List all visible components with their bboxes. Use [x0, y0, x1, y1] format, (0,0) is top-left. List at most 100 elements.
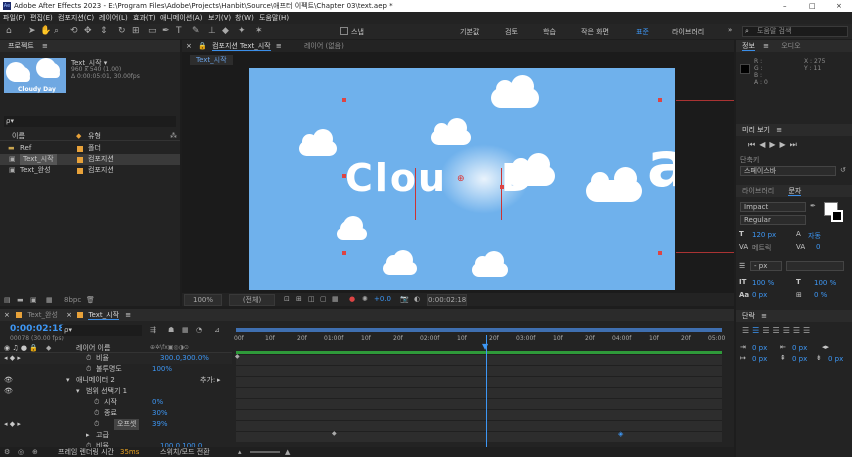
workspace-default[interactable]: 기본값: [460, 27, 479, 37]
frame-blending-icon[interactable]: ▦: [182, 326, 189, 334]
timeline-tab-done[interactable]: Text_완성: [27, 311, 58, 319]
project-row-ref[interactable]: ▬ Ref 폴더: [0, 143, 180, 154]
current-time-display[interactable]: 0:00:02:18: [427, 294, 467, 306]
layer-handle[interactable]: [500, 185, 504, 189]
stopwatch-icon[interactable]: ⏱: [94, 397, 99, 408]
grid-icon[interactable]: ⊞: [296, 293, 302, 306]
twirl-icon[interactable]: ▸: [86, 430, 90, 441]
space-before-value[interactable]: 0 px: [792, 355, 807, 363]
menu-effect[interactable]: 효과(T): [133, 12, 156, 24]
stopwatch-icon[interactable]: ⏱: [94, 408, 99, 419]
project-settings-icon[interactable]: ▦: [46, 294, 53, 306]
shortcut-select[interactable]: 스페이스바: [740, 166, 836, 176]
comp-viewer[interactable]: Clou D a ⊕: [249, 68, 675, 290]
motion-blur-icon[interactable]: ◔: [196, 326, 202, 334]
eyedropper-icon[interactable]: ✒: [810, 202, 816, 210]
last-frame-icon[interactable]: ⏭: [790, 140, 801, 149]
work-area-bar[interactable]: [236, 328, 722, 332]
zoom-slider[interactable]: [250, 451, 280, 453]
font-size-value[interactable]: 120 px: [752, 231, 776, 239]
bpc-label[interactable]: 8bpc: [64, 294, 81, 306]
indent-left-value[interactable]: 0 px: [752, 344, 767, 352]
align-right-icon[interactable]: ☰: [762, 326, 772, 335]
ltr-icon[interactable]: ◂▸: [822, 343, 829, 351]
property-value[interactable]: 0%: [152, 397, 163, 408]
workspace-review[interactable]: 검토: [505, 27, 518, 37]
align-center-icon[interactable]: ☰: [752, 326, 762, 335]
menu-help[interactable]: 도움말(H): [259, 12, 289, 24]
transfer-controls-icon[interactable]: ◎: [18, 447, 24, 457]
panel-menu-icon[interactable]: ≡: [125, 311, 131, 319]
keyframe-marker[interactable]: ◆: [332, 430, 337, 437]
graph-editor-icon[interactable]: ⊿: [214, 326, 220, 334]
indent-right-value[interactable]: 0 px: [792, 344, 807, 352]
audio-tab[interactable]: 오디오: [781, 42, 800, 50]
project-row-text-start[interactable]: ▣ Text_시작 컴포지션: [0, 154, 180, 165]
layer-handle[interactable]: [658, 251, 662, 255]
menu-animation[interactable]: 애니메이션(A): [160, 12, 202, 24]
leading-value[interactable]: 자동: [808, 231, 821, 241]
type-tool-icon[interactable]: T: [176, 26, 182, 36]
stroke-type-select[interactable]: [786, 261, 844, 271]
twirl-icon[interactable]: ▾: [66, 375, 70, 386]
paragraph-tab[interactable]: 단락: [742, 312, 755, 320]
add-arrow-icon[interactable]: ▸: [217, 375, 221, 386]
timeline-graph-area[interactable]: 00f 10f 20f 01:00f 10f 20f 02:00f 10f 20…: [232, 323, 734, 449]
trash-icon[interactable]: 🗑: [86, 294, 95, 306]
tracking-value[interactable]: 0: [816, 243, 820, 251]
property-value[interactable]: 100%: [152, 364, 172, 375]
toggle-switches-modes[interactable]: 스위치/모드 전환: [160, 447, 210, 457]
anchor-point-icon[interactable]: ⊕: [457, 174, 465, 184]
brush-tool-icon[interactable]: ✎: [192, 26, 200, 36]
workspace-libraries[interactable]: 라이브러리: [672, 27, 704, 37]
fast-previews-icon[interactable]: ⊡: [284, 293, 290, 306]
snap-checkbox[interactable]: [340, 27, 348, 35]
dolly-tool-icon[interactable]: ⇕: [100, 26, 108, 36]
selection-tool-icon[interactable]: ➤: [28, 26, 36, 36]
flowchart-icon[interactable]: ⁂: [170, 131, 177, 141]
exposure-value[interactable]: +0.0: [374, 293, 391, 306]
label-icon[interactable]: ◆: [76, 131, 81, 141]
zoom-in-icon[interactable]: ▲: [285, 447, 290, 457]
project-panel-title[interactable]: 프로젝트: [8, 42, 34, 50]
property-value[interactable]: 30%: [152, 408, 168, 419]
info-tab[interactable]: 정보: [742, 42, 755, 51]
preview-tab[interactable]: 미리 보기: [742, 126, 770, 134]
composition-mini-flowchart-icon[interactable]: ⇶: [150, 326, 156, 334]
minimize-button[interactable]: –: [783, 0, 787, 12]
justify-last-right-icon[interactable]: ☰: [793, 326, 803, 335]
twirl-icon[interactable]: ▾: [76, 386, 80, 397]
composition-tab[interactable]: 컴포지션 Text_시작: [212, 42, 271, 51]
panel-menu-icon[interactable]: ≡: [763, 42, 769, 50]
zoom-out-icon[interactable]: ▴: [238, 447, 242, 457]
stopwatch-icon[interactable]: ⏱: [86, 364, 91, 375]
project-search[interactable]: ρ▾: [4, 116, 176, 127]
clone-tool-icon[interactable]: ⊥: [208, 26, 216, 36]
roto-tool-icon[interactable]: ✦: [238, 26, 246, 36]
playhead-line[interactable]: [486, 335, 487, 449]
column-name[interactable]: 이름: [12, 131, 25, 141]
libraries-tab[interactable]: 라이브러리: [742, 187, 774, 195]
snapshot-icon[interactable]: 📷: [400, 293, 409, 306]
workspace-overflow[interactable]: »: [728, 26, 732, 34]
exposure-icon[interactable]: ✺: [362, 293, 368, 306]
first-frame-icon[interactable]: ⏮: [748, 140, 759, 149]
workspace-standard[interactable]: 표준: [636, 27, 649, 37]
close-button[interactable]: ×: [836, 0, 842, 12]
tsume-value[interactable]: 0 %: [814, 291, 827, 299]
mask-icon[interactable]: ◫: [308, 293, 315, 306]
menu-composition[interactable]: 컴포지션(C): [58, 12, 94, 24]
menu-layer[interactable]: 레이어(L): [99, 12, 128, 24]
property-value[interactable]: 300.0,300.0%: [160, 353, 209, 364]
keyframe-marker[interactable]: ◆: [235, 353, 240, 360]
new-comp-icon[interactable]: ▣: [30, 294, 37, 306]
menu-edit[interactable]: 편집(E): [30, 12, 53, 24]
menu-view[interactable]: 보기(V): [208, 12, 231, 24]
orbit-tool-icon[interactable]: ⟲: [70, 26, 78, 36]
workspace-learn[interactable]: 학습: [543, 27, 556, 37]
transparency-grid-icon[interactable]: ▦: [332, 293, 339, 306]
new-folder-icon[interactable]: ▬: [17, 294, 24, 306]
panel-menu-icon[interactable]: ≡: [761, 312, 767, 320]
baseline-value[interactable]: 0 px: [752, 291, 767, 299]
layer-handle[interactable]: [342, 251, 346, 255]
